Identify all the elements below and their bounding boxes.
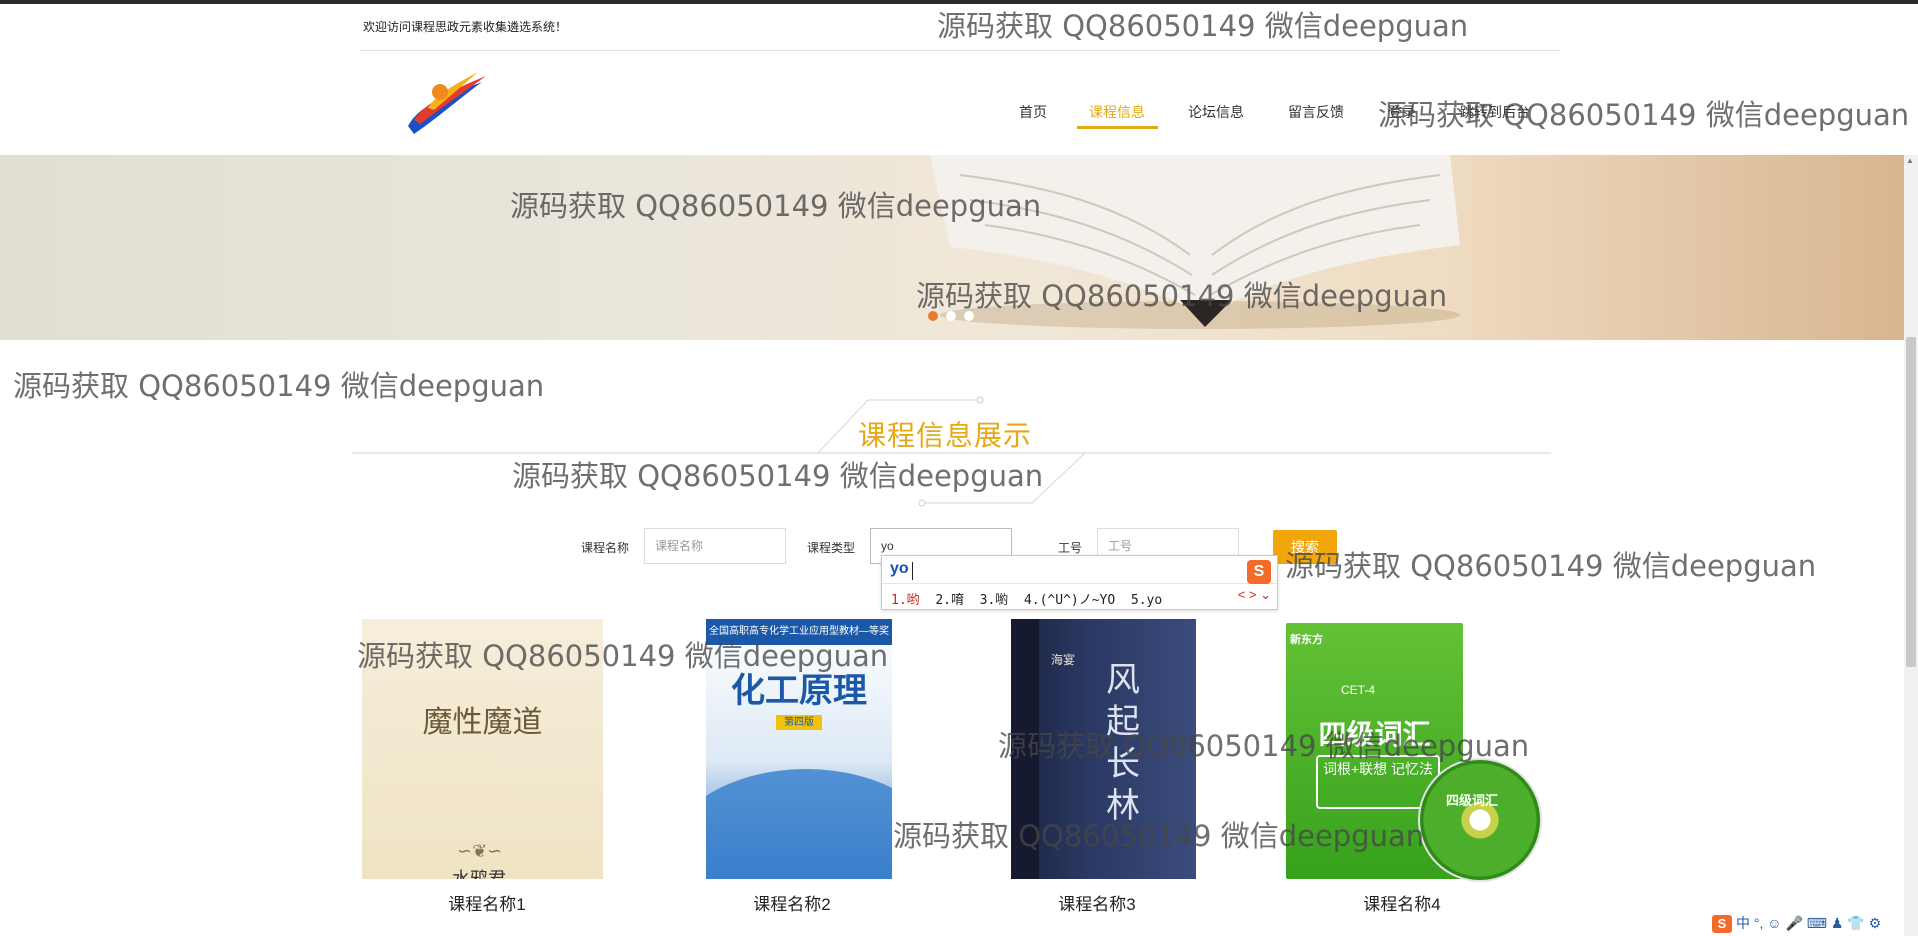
ime-candidate-2[interactable]: 2.唷 (935, 593, 964, 608)
cover-title: 魔性魔道 (422, 705, 543, 740)
ime-candidate-popup[interactable]: yo 1.哟 2.唷 3.喲 4.(^U^)ノ~YO 5.yo < > ⌄ (881, 555, 1278, 610)
watermark: 源码获取 QQ86050149 微信deepguan (357, 639, 889, 673)
ime-divider (882, 583, 1277, 584)
ime-candidate-3[interactable]: 3.喲 (980, 593, 1009, 608)
ime-candidate-5[interactable]: 5.yo (1131, 593, 1162, 608)
cover-wave-decoration (706, 769, 892, 879)
watermark: 源码获取 QQ86050149 微信deepguan (893, 819, 1425, 853)
ime-caret (912, 562, 913, 580)
course-name-3[interactable]: 课程名称3 (997, 890, 1197, 915)
course-name-1[interactable]: 课程名称1 (387, 890, 587, 915)
watermark: 源码获取 QQ86050149 微信deepguan (998, 729, 1530, 763)
course-name-label: 课程名称 (581, 541, 630, 555)
cover-series: CET-4 (1341, 683, 1376, 697)
cd-title: 四级词汇 (1446, 793, 1499, 808)
ime-sogou-logo-icon[interactable]: S (1247, 560, 1271, 584)
watermark: 源码获取 QQ86050149 微信deepguan (937, 9, 1469, 43)
course-name-input[interactable]: 课程名称 (644, 528, 786, 564)
watermark: 源码获取 QQ86050149 微信deepguan (916, 279, 1448, 313)
course-type-label: 课程类型 (807, 541, 856, 555)
ime-candidate-4[interactable]: 4.(^U^)ノ~YO (1024, 593, 1115, 608)
worker-id-label: 工号 (1058, 541, 1083, 555)
ime-page-nav-icon[interactable]: < > ⌄ (1238, 587, 1271, 603)
watermark: 源码获取 QQ86050149 微信deepguan (1378, 98, 1910, 132)
section-title: 课程信息展示 (858, 420, 1033, 451)
ime-candidate-list[interactable]: 1.哟 2.唷 3.喲 4.(^U^)ノ~YO 5.yo (891, 589, 1162, 608)
ornament-icon: ∽❦∽ (457, 841, 503, 861)
course-name-4[interactable]: 课程名称4 (1302, 890, 1502, 915)
cd-disc-image: 四级词汇 (1418, 758, 1542, 882)
ime-candidate-1[interactable]: 1.哟 (891, 593, 920, 608)
cover-edition: 第四版 (776, 715, 822, 730)
sogou-tray-icon[interactable]: S (1712, 915, 1732, 933)
ime-composition-text: yo (890, 560, 909, 577)
watermark: 源码获取 QQ86050149 微信deepguan (512, 459, 1044, 493)
watermark: 源码获取 QQ86050149 微信deepguan (510, 189, 1042, 223)
watermark: 源码获取 QQ86050149 微信deepguan (1285, 549, 1817, 583)
cover-author: 海宴 (1051, 653, 1076, 667)
course-name-2[interactable]: 课程名称2 (692, 890, 892, 915)
watermark: 源码获取 QQ86050149 微信deepguan (13, 369, 545, 403)
cover-brand: 新东方 (1290, 634, 1323, 646)
ime-toolbar-icons[interactable]: 中 °, ☺ 🎤 ⌨ ♟ 👕 ⚙ (1736, 915, 1881, 931)
cover-author: 水鸦君 (452, 865, 506, 879)
ime-toolbar[interactable]: S中 °, ☺ 🎤 ⌨ ♟ 👕 ⚙ (1712, 913, 1881, 935)
